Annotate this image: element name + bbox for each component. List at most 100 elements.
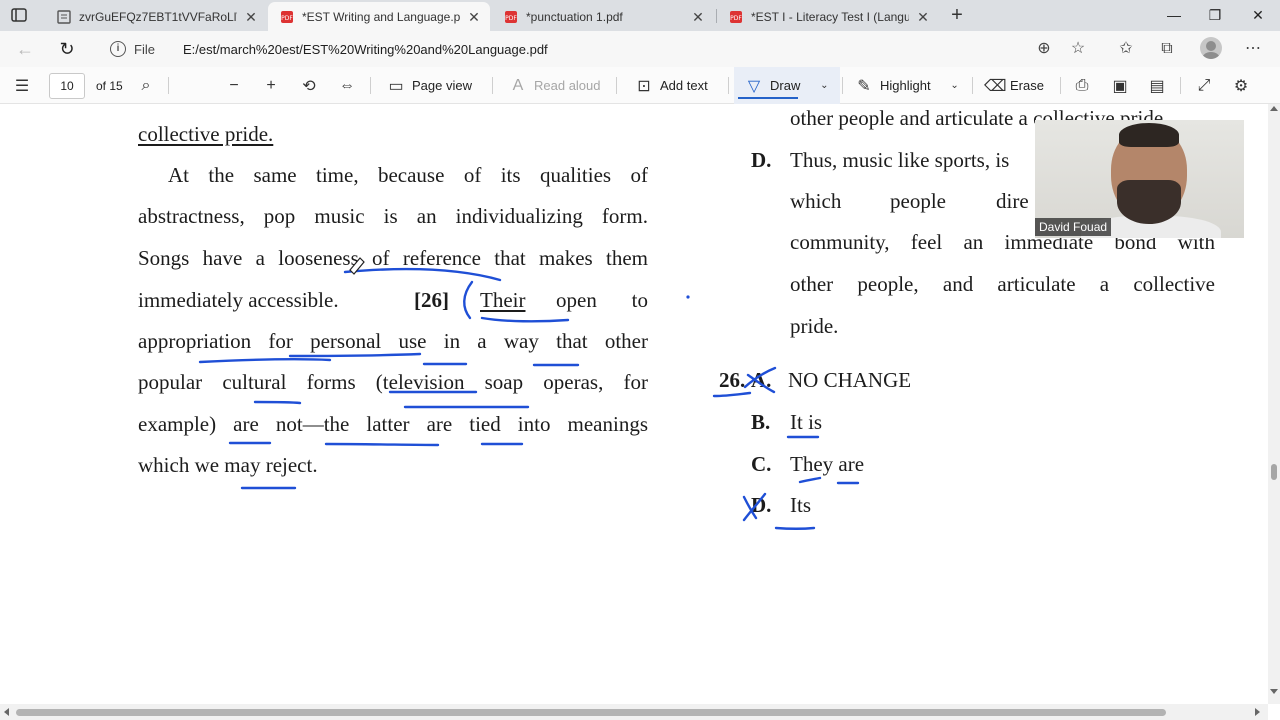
option-text: They are — [790, 452, 865, 476]
divider — [168, 77, 169, 94]
pdf-icon: PDF — [730, 10, 742, 23]
zoom-out-button[interactable]: − — [224, 67, 244, 104]
back-arrow-icon[interactable]: ← — [14, 38, 36, 60]
divider — [1180, 77, 1181, 94]
answer-line: pride. — [790, 314, 839, 338]
tab-title: *EST Writing and Language.pdf — [302, 9, 460, 24]
fit-page-button[interactable]: ⇔ — [337, 67, 357, 104]
rotate-button[interactable]: ⟲ — [299, 67, 319, 104]
url-scheme-label: File — [134, 41, 155, 57]
scroll-thumb[interactable] — [1271, 464, 1277, 480]
fit-width-icon: ⇔ — [339, 76, 355, 94]
divider — [616, 77, 617, 94]
option-letter: D. — [751, 493, 772, 517]
text-box-icon: ⊡ — [637, 77, 651, 95]
answer-line: Thus, music like sports, is — [790, 148, 1010, 172]
passage-line: abstractness, pop music is an individual… — [138, 204, 648, 228]
highlight-label: Highlight — [880, 78, 931, 93]
horizontal-scrollbar[interactable] — [0, 704, 1268, 720]
draw-label: Draw — [770, 78, 801, 93]
read-aloud-icon: A — [512, 76, 524, 94]
more-menu-icon[interactable]: ⋯ — [1243, 39, 1263, 59]
divider — [972, 77, 973, 94]
chevron-down-icon[interactable]: ⌄ — [814, 80, 834, 91]
restore-button[interactable]: ❐ — [1204, 4, 1226, 26]
scroll-right-icon[interactable] — [1255, 708, 1260, 716]
collections-icon[interactable]: ⧉ — [1157, 39, 1177, 59]
option-letter: A. — [751, 368, 772, 392]
passage-line: Songs have a looseness of reference that… — [138, 246, 648, 270]
scroll-up-icon[interactable] — [1270, 106, 1278, 111]
find-button[interactable]: ⌕ — [136, 67, 156, 104]
contents-button[interactable]: ☰ — [12, 67, 32, 104]
webcam-beard — [1117, 180, 1181, 224]
tab-4[interactable]: PDF *EST I - Literacy Test I (Language ✕ — [717, 2, 939, 31]
settings-button[interactable]: ⚙ — [1231, 67, 1251, 104]
passage-line: example) are not—the latter are tied int… — [138, 412, 648, 436]
print-button[interactable]: ⎙ — [1072, 67, 1092, 104]
profile-avatar[interactable] — [1200, 37, 1222, 59]
answer-line: dire — [996, 189, 1029, 213]
url-field[interactable]: i File E:/est/march%20est/EST%20Writing%… — [98, 35, 1098, 63]
add-favorite-icon[interactable]: ☆ — [1068, 39, 1088, 59]
close-icon[interactable]: ✕ — [690, 9, 706, 25]
refresh-icon[interactable]: ↻ — [56, 38, 78, 60]
passage-line: immediately accessible. — [138, 288, 339, 312]
save-button[interactable]: ▣ — [1110, 67, 1130, 104]
close-icon[interactable]: ✕ — [915, 9, 931, 25]
minimize-button[interactable]: — — [1163, 4, 1185, 26]
chevron-down-icon[interactable]: ⌄ — [945, 80, 965, 91]
page-total: of 15 — [96, 67, 123, 104]
scroll-thumb[interactable] — [16, 709, 1166, 716]
svg-text:PDF: PDF — [730, 15, 742, 22]
expand-icon: ⤢ — [1197, 76, 1211, 94]
read-aloud-button[interactable]: A Read aloud — [508, 67, 601, 104]
question-marker: [26] — [414, 288, 449, 312]
passage-line: open to — [556, 288, 648, 312]
highlighter-icon: ✎ — [857, 77, 871, 95]
passage-line: At the same time, because of its qualiti… — [168, 163, 648, 187]
close-icon[interactable]: ✕ — [466, 9, 482, 25]
scroll-left-icon[interactable] — [4, 708, 9, 716]
save-as-button[interactable]: ▤ — [1147, 67, 1167, 104]
url-text[interactable]: E:/est/march%20est/EST%20Writing%20and%2… — [183, 42, 548, 57]
option-text: Its — [790, 493, 811, 517]
print-icon: ⎙ — [1075, 76, 1089, 94]
close-icon[interactable]: ✕ — [243, 9, 259, 25]
page-view-button[interactable]: ▭ Page view — [386, 67, 472, 104]
fullscreen-button[interactable]: ⤢ — [1194, 67, 1214, 104]
list-icon: ☰ — [14, 77, 30, 95]
answer-line: which — [790, 189, 842, 213]
highlight-button[interactable]: ✎ Highlight ⌄ — [854, 67, 965, 104]
info-icon[interactable]: i — [110, 41, 126, 57]
close-window-button[interactable]: ✕ — [1247, 4, 1269, 26]
tab-title: *punctuation 1.pdf — [526, 9, 623, 24]
favorites-icon[interactable]: ✩ — [1116, 39, 1136, 59]
option-text: NO CHANGE — [788, 368, 912, 392]
new-tab-button[interactable]: + — [947, 5, 967, 25]
webcam-name-label: David Fouad — [1035, 218, 1112, 236]
tab-3[interactable]: PDF *punctuation 1.pdf ✕ — [492, 2, 714, 31]
underlined-phrase: Their — [480, 288, 526, 312]
divider — [370, 77, 371, 94]
erase-button[interactable]: ⌫ Erase — [984, 67, 1044, 104]
tab-actions-icon[interactable] — [10, 6, 28, 24]
tab-bar: zvrGuEFQz7EBT1tVVFaRoLlWTtX ✕ PDF *EST W… — [0, 0, 1280, 31]
page-number-input[interactable] — [49, 73, 85, 99]
rotate-icon: ⟲ — [302, 77, 316, 95]
pdf-icon: PDF — [281, 10, 293, 23]
search-icon: ⌕ — [141, 76, 151, 94]
vertical-scrollbar[interactable] — [1268, 104, 1280, 704]
add-text-button[interactable]: ⊡ Add text — [634, 67, 707, 104]
pen-icon: ▽ — [747, 77, 761, 95]
zoom-icon[interactable]: ⊕ — [1034, 39, 1054, 59]
tab-2-active[interactable]: PDF *EST Writing and Language.pdf ✕ — [268, 2, 490, 31]
tab-title: zvrGuEFQz7EBT1tVVFaRoLlWTtX — [79, 9, 237, 24]
passage-line: collective pride. — [138, 122, 274, 146]
scroll-down-icon[interactable] — [1270, 689, 1278, 694]
zoom-in-button[interactable]: + — [261, 67, 281, 104]
page-view-icon: ▭ — [388, 77, 404, 95]
save-icon: ▣ — [1112, 77, 1128, 95]
page-total-label: of 15 — [96, 78, 123, 93]
tab-1[interactable]: zvrGuEFQz7EBT1tVVFaRoLlWTtX ✕ — [45, 2, 267, 31]
